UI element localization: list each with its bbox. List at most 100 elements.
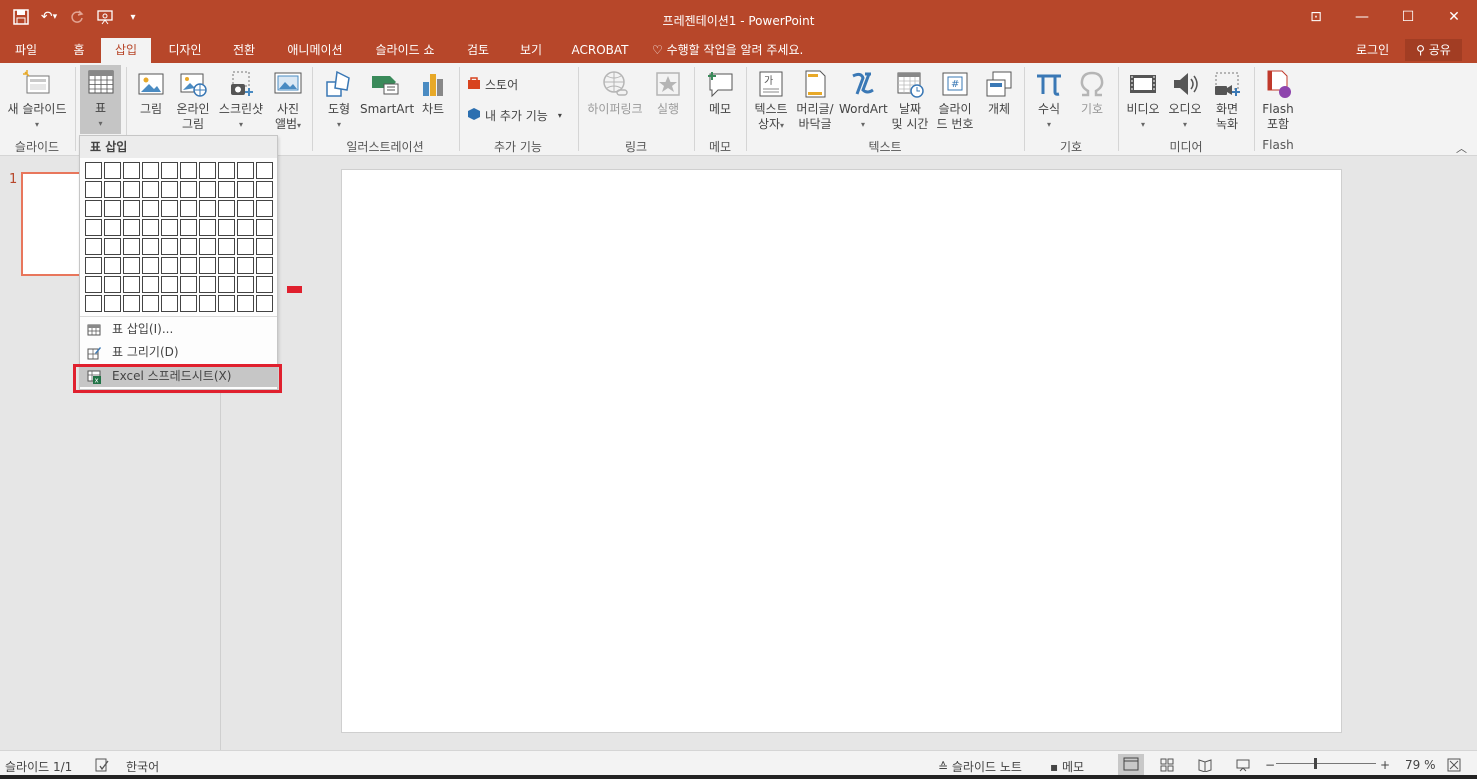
table-grid-cell[interactable] bbox=[218, 162, 235, 179]
fit-to-window-icon[interactable] bbox=[1447, 758, 1461, 775]
table-grid-cell[interactable] bbox=[237, 219, 254, 236]
table-grid-cell[interactable] bbox=[123, 181, 140, 198]
table-grid-cell[interactable] bbox=[256, 295, 273, 312]
table-grid-cell[interactable] bbox=[123, 257, 140, 274]
table-grid-cell[interactable] bbox=[218, 295, 235, 312]
share-button[interactable]: ⚲ 공유 bbox=[1405, 39, 1462, 61]
table-grid-cell[interactable] bbox=[104, 219, 121, 236]
table-grid-cell[interactable] bbox=[237, 162, 254, 179]
table-grid-cell[interactable] bbox=[218, 238, 235, 255]
table-grid-cell[interactable] bbox=[218, 276, 235, 293]
action-button[interactable]: 실행 bbox=[649, 66, 687, 117]
tab-insert[interactable]: 삽입 bbox=[101, 38, 151, 63]
textbox-button[interactable]: 가 텍스트 상자▾ bbox=[751, 66, 791, 133]
table-grid-cell[interactable] bbox=[237, 257, 254, 274]
draw-table-item[interactable]: 표 그리기(D) bbox=[80, 341, 277, 363]
table-grid-cell[interactable] bbox=[123, 200, 140, 217]
zoom-slider[interactable] bbox=[1276, 763, 1376, 764]
table-grid-cell[interactable] bbox=[123, 276, 140, 293]
slide-sorter-icon[interactable] bbox=[1160, 758, 1174, 775]
table-grid-cell[interactable] bbox=[142, 295, 159, 312]
zoom-slider-thumb[interactable] bbox=[1314, 758, 1317, 769]
table-grid-cell[interactable] bbox=[123, 162, 140, 179]
zoom-in-button[interactable]: + bbox=[1380, 758, 1390, 772]
table-grid-cell[interactable] bbox=[85, 219, 102, 236]
table-grid-cell[interactable] bbox=[161, 257, 178, 274]
table-grid-cell[interactable] bbox=[142, 257, 159, 274]
table-grid-cell[interactable] bbox=[180, 238, 197, 255]
table-grid-cell[interactable] bbox=[161, 162, 178, 179]
tab-animations[interactable]: 애니메이션 bbox=[276, 38, 354, 63]
table-grid-cell[interactable] bbox=[256, 238, 273, 255]
table-grid-cell[interactable] bbox=[85, 257, 102, 274]
table-grid-cell[interactable] bbox=[237, 295, 254, 312]
table-grid-cell[interactable] bbox=[199, 181, 216, 198]
close-icon[interactable]: ✕ bbox=[1431, 0, 1477, 34]
hyperlink-button[interactable]: 하이퍼링크 bbox=[584, 66, 646, 117]
table-grid-cell[interactable] bbox=[161, 200, 178, 217]
table-grid-cell[interactable] bbox=[199, 238, 216, 255]
table-grid-cell[interactable] bbox=[161, 181, 178, 198]
tab-home[interactable]: 홈 bbox=[58, 38, 100, 63]
table-grid-cell[interactable] bbox=[85, 162, 102, 179]
normal-view-icon[interactable] bbox=[1118, 754, 1144, 775]
store-button[interactable]: 스토어 bbox=[467, 76, 518, 93]
screenshot-button[interactable]: 스크린샷 ▾ bbox=[215, 66, 267, 132]
table-grid-cell[interactable] bbox=[161, 238, 178, 255]
table-grid-cell[interactable] bbox=[85, 238, 102, 255]
slide-canvas[interactable] bbox=[341, 169, 1342, 733]
table-grid-cell[interactable] bbox=[180, 295, 197, 312]
shapes-button[interactable]: 도형 ▾ bbox=[318, 66, 360, 132]
table-grid-cell[interactable] bbox=[123, 295, 140, 312]
table-grid-cell[interactable] bbox=[180, 276, 197, 293]
table-grid-cell[interactable] bbox=[256, 200, 273, 217]
wordart-button[interactable]: WordArt ▾ bbox=[839, 66, 888, 132]
table-grid-cell[interactable] bbox=[142, 200, 159, 217]
tab-view[interactable]: 보기 bbox=[509, 38, 553, 63]
table-grid-cell[interactable] bbox=[142, 162, 159, 179]
login-link[interactable]: 로그인 bbox=[1356, 38, 1389, 63]
table-grid-cell[interactable] bbox=[218, 257, 235, 274]
table-grid-cell[interactable] bbox=[199, 257, 216, 274]
table-grid-cell[interactable] bbox=[142, 181, 159, 198]
zoom-level[interactable]: 79 % bbox=[1405, 758, 1436, 772]
table-grid-cell[interactable] bbox=[104, 162, 121, 179]
table-grid-cell[interactable] bbox=[256, 276, 273, 293]
table-grid-cell[interactable] bbox=[142, 238, 159, 255]
tab-design[interactable]: 디자인 bbox=[157, 38, 213, 63]
table-grid-cell[interactable] bbox=[161, 295, 178, 312]
reading-view-icon[interactable] bbox=[1198, 758, 1212, 775]
online-pictures-button[interactable]: 온라인 그림 bbox=[173, 66, 213, 132]
zoom-out-button[interactable]: − bbox=[1265, 758, 1275, 772]
comments-button[interactable]: ▪ 메모 bbox=[1050, 758, 1084, 775]
tab-transitions[interactable]: 전환 bbox=[220, 38, 268, 63]
table-grid-cell[interactable] bbox=[85, 200, 102, 217]
table-grid-cell[interactable] bbox=[180, 162, 197, 179]
table-size-grid[interactable] bbox=[85, 162, 275, 312]
table-grid-cell[interactable] bbox=[256, 219, 273, 236]
symbol-button[interactable]: 기호 bbox=[1072, 66, 1112, 117]
table-grid-cell[interactable] bbox=[218, 219, 235, 236]
tell-me-search[interactable]: ♡ 수행할 작업을 알려 주세요. bbox=[652, 38, 803, 63]
table-grid-cell[interactable] bbox=[180, 200, 197, 217]
date-time-button[interactable]: 날짜 및 시간 bbox=[889, 66, 931, 132]
table-grid-cell[interactable] bbox=[85, 276, 102, 293]
embed-flash-button[interactable]: Flash 포함 bbox=[1258, 66, 1298, 132]
table-grid-cell[interactable] bbox=[237, 181, 254, 198]
table-grid-cell[interactable] bbox=[237, 238, 254, 255]
table-grid-cell[interactable] bbox=[256, 162, 273, 179]
table-grid-cell[interactable] bbox=[199, 219, 216, 236]
photo-album-button[interactable]: 사진 앨범▾ bbox=[269, 66, 307, 133]
table-grid-cell[interactable] bbox=[256, 257, 273, 274]
table-grid-cell[interactable] bbox=[180, 257, 197, 274]
spellcheck-icon[interactable] bbox=[95, 758, 109, 775]
ribbon-display-icon[interactable]: ⊡ bbox=[1293, 0, 1339, 34]
slideshow-view-icon[interactable] bbox=[1236, 758, 1250, 775]
new-slide-button[interactable]: 새 슬라이드 ▾ bbox=[2, 66, 72, 132]
table-grid-cell[interactable] bbox=[104, 295, 121, 312]
picture-button[interactable]: 그림 bbox=[132, 66, 170, 117]
maximize-icon[interactable]: ☐ bbox=[1385, 0, 1431, 34]
table-grid-cell[interactable] bbox=[218, 181, 235, 198]
minimize-icon[interactable]: — bbox=[1339, 0, 1385, 34]
table-button[interactable]: 표 ▾ bbox=[80, 65, 121, 134]
